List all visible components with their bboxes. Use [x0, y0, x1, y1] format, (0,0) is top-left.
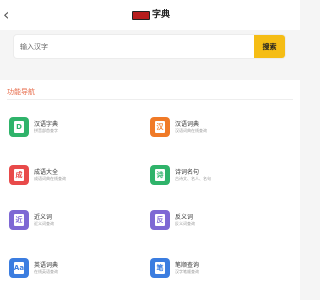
section-title: 功能导航: [7, 88, 35, 96]
nav-item-idioms[interactable]: 成 成语大全 成语词典在线查询: [9, 165, 129, 185]
icon-glyph: 近: [14, 214, 24, 226]
site-logo[interactable]: 字典: [128, 6, 174, 24]
synonym-icon: 近: [9, 210, 29, 230]
nav-item-desc: 汉语词典在线查询: [175, 128, 207, 133]
logo-text: 字典: [151, 9, 170, 20]
icon-glyph: 成: [14, 169, 24, 181]
nav-item-stroke-order[interactable]: 笔 笔顺查询 汉字笔顺查询: [150, 258, 270, 278]
nav-item-title: 笔顺查询: [175, 262, 200, 269]
feature-nav-panel: 功能导航 D 汉语字典 拼音部首查字 汉 汉语词典 汉语词典在线查询 成 成语大…: [0, 80, 300, 300]
stroke-order-icon: 笔: [150, 258, 170, 278]
nav-item-synonyms[interactable]: 近 近义词 近义词查询: [9, 210, 129, 230]
nav-item-title: 反义词: [175, 214, 194, 221]
antonym-icon: 反: [150, 210, 170, 230]
nav-item-desc: 反义词查询: [175, 221, 195, 226]
icon-glyph: 反: [155, 214, 165, 226]
nav-item-desc: 古诗文、名人、名句: [175, 176, 211, 181]
top-bar: ‹ 字典: [0, 0, 300, 30]
icon-glyph: Aa: [14, 262, 24, 274]
nav-item-desc: 汉字笔顺查询: [175, 269, 199, 274]
nav-item-antonyms[interactable]: 反 反义词 反义词查询: [150, 210, 270, 230]
nav-item-poetry[interactable]: 诗 诗词名句 古诗文、名人、名句: [150, 165, 270, 185]
search-bar: 搜索: [14, 35, 285, 58]
nav-item-title: 成语大全: [34, 169, 59, 176]
english-dictionary-icon: Aa: [9, 258, 29, 278]
nav-item-title: 近义词: [34, 214, 53, 221]
icon-glyph: 笔: [155, 262, 165, 274]
icon-glyph: 汉: [155, 121, 165, 133]
nav-item-dictionary[interactable]: D 汉语字典 拼音部首查字: [9, 117, 129, 137]
dictionary-icon: D: [9, 117, 29, 137]
icon-glyph: 诗: [155, 169, 165, 181]
nav-item-desc: 近义词查询: [34, 221, 54, 226]
search-input[interactable]: [14, 35, 254, 58]
nav-item-word-dictionary[interactable]: 汉 汉语词典 汉语词典在线查询: [150, 117, 270, 137]
section-divider: [7, 99, 293, 100]
nav-item-desc: 在线英语查询: [34, 269, 58, 274]
icon-glyph: D: [14, 121, 24, 133]
nav-item-desc: 成语词典在线查询: [34, 176, 66, 181]
nav-item-english-dictionary[interactable]: Aa 英语词典 在线英语查询: [9, 258, 129, 278]
nav-item-desc: 拼音部首查字: [34, 128, 58, 133]
logo-mark-icon: [131, 10, 150, 20]
nav-item-title: 汉语字典: [34, 121, 59, 128]
search-button[interactable]: 搜索: [254, 35, 285, 58]
idiom-icon: 成: [9, 165, 29, 185]
nav-item-title: 诗词名句: [175, 169, 200, 176]
nav-item-title: 汉语词典: [175, 121, 200, 128]
word-dictionary-icon: 汉: [150, 117, 170, 137]
nav-item-title: 英语词典: [34, 262, 59, 269]
back-chevron-icon[interactable]: ‹: [3, 7, 15, 23]
poetry-icon: 诗: [150, 165, 170, 185]
